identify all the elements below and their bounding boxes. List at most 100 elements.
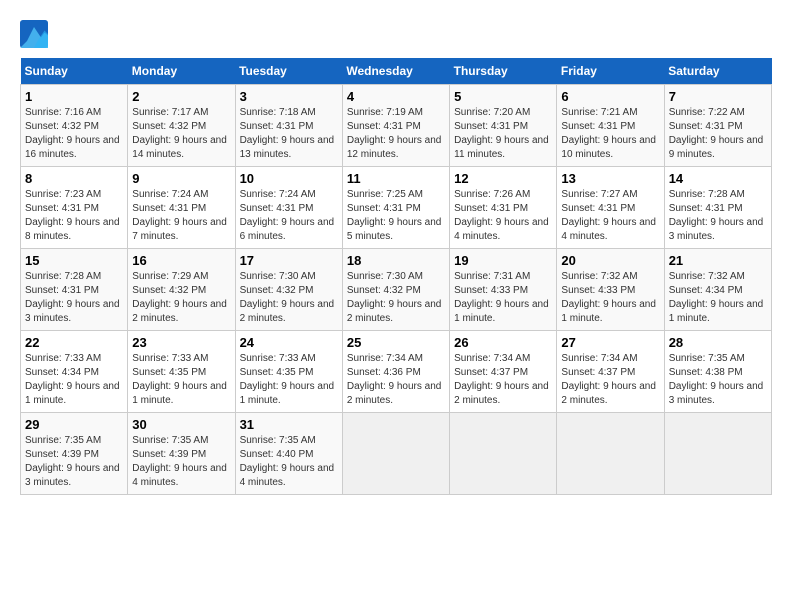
calendar-day-cell: 2 Sunrise: 7:17 AM Sunset: 4:32 PM Daylig… bbox=[128, 85, 235, 167]
day-number: 30 bbox=[132, 417, 230, 432]
calendar-day-cell: 15 Sunrise: 7:28 AM Sunset: 4:31 PM Dayli… bbox=[21, 249, 128, 331]
day-info: Sunrise: 7:24 AM Sunset: 4:31 PM Dayligh… bbox=[240, 188, 338, 244]
day-info: Sunrise: 7:31 AM Sunset: 4:33 PM Dayligh… bbox=[454, 270, 552, 326]
calendar-day-cell: 31 Sunrise: 7:35 AM Sunset: 4:40 PM Dayli… bbox=[235, 413, 342, 495]
day-number: 6 bbox=[561, 89, 659, 104]
day-info: Sunrise: 7:30 AM Sunset: 4:32 PM Dayligh… bbox=[347, 270, 445, 326]
calendar-day-cell: 16Sunrise: 7:29 AM Sunset: 4:32 PM Dayli… bbox=[128, 249, 235, 331]
day-info: Sunrise: 7:19 AM Sunset: 4:31 PM Dayligh… bbox=[347, 106, 445, 162]
day-info: Sunrise: 7:28 AM Sunset: 4:31 PM Dayligh… bbox=[669, 188, 767, 244]
day-number: 27 bbox=[561, 335, 659, 350]
day-info: Sunrise: 7:32 AM Sunset: 4:33 PM Dayligh… bbox=[561, 270, 659, 326]
day-info: Sunrise: 7:33 AM Sunset: 4:34 PM Dayligh… bbox=[25, 352, 123, 408]
day-info: Sunrise: 7:21 AM Sunset: 4:31 PM Dayligh… bbox=[561, 106, 659, 162]
day-number: 13 bbox=[561, 171, 659, 186]
day-number: 1 bbox=[25, 89, 123, 104]
calendar-day-cell: 17 Sunrise: 7:30 AM Sunset: 4:32 PM Dayli… bbox=[235, 249, 342, 331]
day-number: 5 bbox=[454, 89, 552, 104]
calendar-day-cell: 4Sunrise: 7:19 AM Sunset: 4:31 PM Daylig… bbox=[342, 85, 449, 167]
calendar-day-cell: 23Sunrise: 7:33 AM Sunset: 4:35 PM Dayli… bbox=[128, 331, 235, 413]
calendar-day-cell: 20 Sunrise: 7:32 AM Sunset: 4:33 PM Dayli… bbox=[557, 249, 664, 331]
day-info: Sunrise: 7:17 AM Sunset: 4:32 PM Dayligh… bbox=[132, 106, 230, 162]
calendar-day-cell: 29 Sunrise: 7:35 AM Sunset: 4:39 PM Dayli… bbox=[21, 413, 128, 495]
calendar-day-cell: 30 Sunrise: 7:35 AM Sunset: 4:39 PM Dayli… bbox=[128, 413, 235, 495]
calendar-day-cell: 24Sunrise: 7:33 AM Sunset: 4:35 PM Dayli… bbox=[235, 331, 342, 413]
weekday-header-cell: Monday bbox=[128, 58, 235, 85]
day-info: Sunrise: 7:35 AM Sunset: 4:40 PM Dayligh… bbox=[240, 434, 338, 490]
day-info: Sunrise: 7:32 AM Sunset: 4:34 PM Dayligh… bbox=[669, 270, 767, 326]
calendar-day-cell bbox=[450, 413, 557, 495]
day-number: 10 bbox=[240, 171, 338, 186]
calendar-day-cell: 7 Sunrise: 7:22 AM Sunset: 4:31 PM Daylig… bbox=[664, 85, 771, 167]
day-info: Sunrise: 7:34 AM Sunset: 4:37 PM Dayligh… bbox=[561, 352, 659, 408]
weekday-header-cell: Tuesday bbox=[235, 58, 342, 85]
calendar-day-cell: 27 Sunrise: 7:34 AM Sunset: 4:37 PM Dayli… bbox=[557, 331, 664, 413]
day-info: Sunrise: 7:30 AM Sunset: 4:32 PM Dayligh… bbox=[240, 270, 338, 326]
calendar-day-cell: 6 Sunrise: 7:21 AM Sunset: 4:31 PM Daylig… bbox=[557, 85, 664, 167]
day-number: 29 bbox=[25, 417, 123, 432]
day-info: Sunrise: 7:22 AM Sunset: 4:31 PM Dayligh… bbox=[669, 106, 767, 162]
day-number: 3 bbox=[240, 89, 338, 104]
day-info: Sunrise: 7:27 AM Sunset: 4:31 PM Dayligh… bbox=[561, 188, 659, 244]
day-info: Sunrise: 7:35 AM Sunset: 4:39 PM Dayligh… bbox=[132, 434, 230, 490]
calendar-day-cell: 12 Sunrise: 7:26 AM Sunset: 4:31 PM Dayli… bbox=[450, 167, 557, 249]
day-info: Sunrise: 7:28 AM Sunset: 4:31 PM Dayligh… bbox=[25, 270, 123, 326]
weekday-header-cell: Friday bbox=[557, 58, 664, 85]
weekday-header-row: SundayMondayTuesdayWednesdayThursdayFrid… bbox=[21, 58, 772, 85]
calendar-day-cell: 13 Sunrise: 7:27 AM Sunset: 4:31 PM Dayli… bbox=[557, 167, 664, 249]
calendar-day-cell: 28Sunrise: 7:35 AM Sunset: 4:38 PM Dayli… bbox=[664, 331, 771, 413]
calendar-day-cell: 11 Sunrise: 7:25 AM Sunset: 4:31 PM Dayli… bbox=[342, 167, 449, 249]
day-number: 19 bbox=[454, 253, 552, 268]
day-info: Sunrise: 7:23 AM Sunset: 4:31 PM Dayligh… bbox=[25, 188, 123, 244]
day-number: 24 bbox=[240, 335, 338, 350]
calendar-day-cell bbox=[342, 413, 449, 495]
day-info: Sunrise: 7:35 AM Sunset: 4:39 PM Dayligh… bbox=[25, 434, 123, 490]
calendar-week-row: 8 Sunrise: 7:23 AM Sunset: 4:31 PM Daylig… bbox=[21, 167, 772, 249]
logo-icon bbox=[20, 20, 48, 48]
calendar-week-row: 29 Sunrise: 7:35 AM Sunset: 4:39 PM Dayli… bbox=[21, 413, 772, 495]
weekday-header-cell: Sunday bbox=[21, 58, 128, 85]
calendar-day-cell: 18Sunrise: 7:30 AM Sunset: 4:32 PM Dayli… bbox=[342, 249, 449, 331]
day-number: 22 bbox=[25, 335, 123, 350]
day-info: Sunrise: 7:25 AM Sunset: 4:31 PM Dayligh… bbox=[347, 188, 445, 244]
day-info: Sunrise: 7:16 AM Sunset: 4:32 PM Dayligh… bbox=[25, 106, 123, 162]
calendar-day-cell: 25Sunrise: 7:34 AM Sunset: 4:36 PM Dayli… bbox=[342, 331, 449, 413]
day-info: Sunrise: 7:26 AM Sunset: 4:31 PM Dayligh… bbox=[454, 188, 552, 244]
day-info: Sunrise: 7:24 AM Sunset: 4:31 PM Dayligh… bbox=[132, 188, 230, 244]
calendar-day-cell: 1 Sunrise: 7:16 AM Sunset: 4:32 PM Daylig… bbox=[21, 85, 128, 167]
day-number: 14 bbox=[669, 171, 767, 186]
day-number: 2 bbox=[132, 89, 230, 104]
day-number: 31 bbox=[240, 417, 338, 432]
day-number: 8 bbox=[25, 171, 123, 186]
calendar-day-cell: 19 Sunrise: 7:31 AM Sunset: 4:33 PM Dayli… bbox=[450, 249, 557, 331]
day-number: 11 bbox=[347, 171, 445, 186]
day-number: 20 bbox=[561, 253, 659, 268]
day-number: 26 bbox=[454, 335, 552, 350]
weekday-header-cell: Saturday bbox=[664, 58, 771, 85]
day-info: Sunrise: 7:18 AM Sunset: 4:31 PM Dayligh… bbox=[240, 106, 338, 162]
day-number: 9 bbox=[132, 171, 230, 186]
day-number: 7 bbox=[669, 89, 767, 104]
day-number: 17 bbox=[240, 253, 338, 268]
calendar-day-cell: 21 Sunrise: 7:32 AM Sunset: 4:34 PM Dayli… bbox=[664, 249, 771, 331]
calendar-day-cell bbox=[557, 413, 664, 495]
calendar-day-cell: 14 Sunrise: 7:28 AM Sunset: 4:31 PM Dayli… bbox=[664, 167, 771, 249]
day-info: Sunrise: 7:34 AM Sunset: 4:37 PM Dayligh… bbox=[454, 352, 552, 408]
calendar-week-row: 1 Sunrise: 7:16 AM Sunset: 4:32 PM Daylig… bbox=[21, 85, 772, 167]
calendar-day-cell: 22 Sunrise: 7:33 AM Sunset: 4:34 PM Dayli… bbox=[21, 331, 128, 413]
calendar-day-cell: 10 Sunrise: 7:24 AM Sunset: 4:31 PM Dayli… bbox=[235, 167, 342, 249]
calendar-day-cell bbox=[664, 413, 771, 495]
calendar-day-cell: 9 Sunrise: 7:24 AM Sunset: 4:31 PM Daylig… bbox=[128, 167, 235, 249]
calendar-day-cell: 26 Sunrise: 7:34 AM Sunset: 4:37 PM Dayli… bbox=[450, 331, 557, 413]
calendar-body: 1 Sunrise: 7:16 AM Sunset: 4:32 PM Daylig… bbox=[21, 85, 772, 495]
day-number: 15 bbox=[25, 253, 123, 268]
day-number: 23 bbox=[132, 335, 230, 350]
day-number: 21 bbox=[669, 253, 767, 268]
weekday-header-cell: Wednesday bbox=[342, 58, 449, 85]
day-info: Sunrise: 7:35 AM Sunset: 4:38 PM Dayligh… bbox=[669, 352, 767, 408]
day-number: 25 bbox=[347, 335, 445, 350]
calendar-week-row: 15 Sunrise: 7:28 AM Sunset: 4:31 PM Dayli… bbox=[21, 249, 772, 331]
day-number: 12 bbox=[454, 171, 552, 186]
page-header bbox=[20, 20, 772, 48]
calendar-table: SundayMondayTuesdayWednesdayThursdayFrid… bbox=[20, 58, 772, 495]
